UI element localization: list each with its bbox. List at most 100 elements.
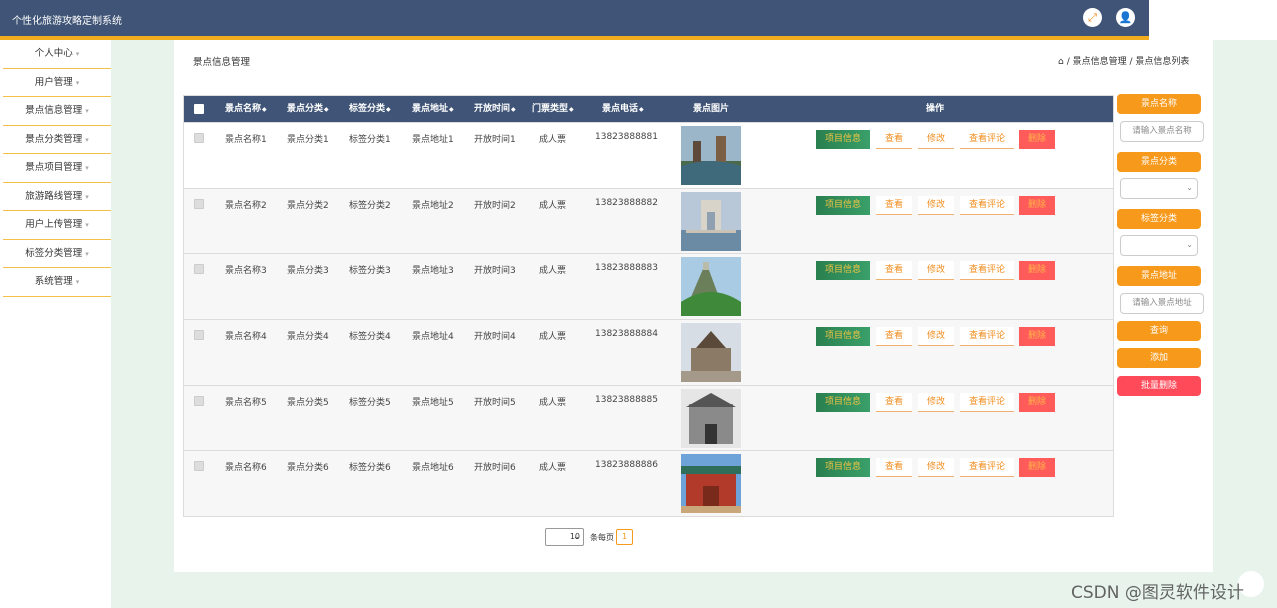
expand-icon[interactable]: ⤢ (1083, 8, 1102, 27)
batch-delete-button[interactable]: 批量删除 (1117, 376, 1201, 396)
delete-button[interactable]: 删除 (1019, 195, 1055, 215)
cell-tag: 标签分类4 (349, 332, 391, 343)
row-checkbox[interactable] (194, 330, 204, 341)
home-icon[interactable]: ⌂ (1058, 57, 1064, 67)
name-search-input[interactable]: 请输入景点名称 (1120, 121, 1204, 142)
project-info-button[interactable]: 项目信息 (816, 327, 870, 347)
category-select[interactable]: ⌄ (1120, 178, 1198, 199)
table-row: 景点名称5 景点分类5 标签分类5 景点地址5 开放时间5 成人票 13823888885 项… (184, 384, 1113, 451)
tag-select[interactable]: ⌄ (1120, 235, 1198, 256)
delete-button[interactable]: 删除 (1019, 261, 1055, 281)
delete-button[interactable]: 删除 (1019, 327, 1055, 347)
sidebar-item[interactable]: 景点信息管理 ▾ (3, 97, 111, 126)
edit-button[interactable]: 修改 (918, 261, 954, 281)
add-button[interactable]: 添加 (1117, 348, 1201, 368)
watermark: CSDN @图灵软件设计 (1071, 583, 1244, 603)
sidebar-item[interactable]: 系统管理 ▾ (3, 268, 111, 297)
cell-phone: 13823888886 (595, 460, 658, 471)
row-checkbox[interactable] (194, 133, 204, 143)
header-tag[interactable]: 标签分类◆ (349, 96, 391, 123)
cell-category: 景点分类2 (287, 200, 329, 211)
row-checkbox[interactable] (194, 198, 204, 209)
cell-category: 景点分类6 (287, 463, 329, 474)
sidebar-item[interactable]: 景点项目管理 ▾ (3, 154, 111, 183)
cell-tag: 标签分类1 (349, 135, 391, 145)
query-button[interactable]: 查询 (1117, 321, 1201, 341)
sidebar-item[interactable]: 用户管理 ▾ (3, 69, 111, 97)
header-open-time[interactable]: 开放时间◆ (474, 96, 516, 123)
attraction-image[interactable] (681, 454, 741, 514)
sort-icon: ◆ (569, 106, 574, 113)
top-navbar: 个性化旅游攻略定制系统 ⤢ 👤 (0, 0, 1149, 36)
project-info-button[interactable]: 项目信息 (816, 261, 870, 281)
attraction-image[interactable] (681, 126, 741, 185)
view-button[interactable]: 查看 (876, 327, 912, 347)
edit-button[interactable]: 修改 (918, 392, 954, 412)
edit-button[interactable]: 修改 (918, 195, 954, 215)
page-size-select[interactable]: 10 ⌄ (545, 528, 584, 546)
project-info-button[interactable]: 项目信息 (816, 392, 870, 412)
header-name[interactable]: 景点名称◆ (225, 96, 267, 123)
view-comments-button[interactable]: 查看评论 (960, 327, 1014, 347)
header-phone[interactable]: 景点电话◆ (602, 96, 644, 123)
attraction-image[interactable] (681, 323, 741, 383)
chevron-down-icon: ▾ (75, 278, 80, 286)
edit-button[interactable]: 修改 (918, 130, 954, 149)
view-button[interactable]: 查看 (876, 195, 912, 215)
address-search-input[interactable]: 请输入景点地址 (1120, 293, 1204, 314)
project-info-button[interactable]: 项目信息 (816, 130, 870, 149)
view-button[interactable]: 查看 (876, 261, 912, 281)
header-actions: 操作 (926, 104, 945, 114)
cell-phone: 13823888881 (595, 132, 658, 142)
row-checkbox[interactable] (194, 461, 204, 472)
attraction-image[interactable] (681, 191, 741, 251)
chevron-down-icon: ▾ (85, 249, 89, 258)
cell-name: 景点名称4 (225, 332, 267, 343)
sidebar-item[interactable]: 个人中心 ▾ (3, 40, 111, 69)
edit-button[interactable]: 修改 (918, 458, 954, 478)
view-button[interactable]: 查看 (876, 130, 912, 149)
header-ticket[interactable]: 门票类型◆ (532, 96, 574, 123)
view-button[interactable]: 查看 (876, 392, 912, 412)
table-row: 景点名称6 景点分类6 标签分类6 景点地址6 开放时间6 成人票 13823888886 项… (184, 450, 1113, 517)
category-filter-label: 景点分类 (1117, 152, 1201, 172)
breadcrumb-text[interactable]: / 景点信息管理 / 景点信息列表 (1067, 57, 1190, 67)
cell-address: 景点地址4 (412, 332, 454, 343)
project-info-button[interactable]: 项目信息 (816, 458, 870, 478)
view-comments-button[interactable]: 查看评论 (960, 458, 1014, 478)
view-comments-button[interactable]: 查看评论 (960, 195, 1014, 215)
page-number-current[interactable]: 1 (616, 529, 633, 545)
cell-name: 景点名称5 (225, 397, 267, 408)
table-row: 景点名称4 景点分类4 标签分类4 景点地址4 开放时间4 成人票 13823888884 项… (184, 319, 1113, 385)
row-checkbox[interactable] (194, 395, 204, 406)
project-info-button[interactable]: 项目信息 (816, 195, 870, 215)
view-comments-button[interactable]: 查看评论 (960, 130, 1014, 149)
attraction-image[interactable] (681, 257, 741, 317)
header-address[interactable]: 景点地址◆ (412, 96, 454, 123)
sort-icon: ◆ (639, 106, 644, 113)
sidebar-item[interactable]: 用户上传管理 ▾ (3, 211, 111, 240)
sort-icon: ◆ (386, 106, 391, 113)
sidebar-item[interactable]: 旅游路线管理 ▾ (3, 183, 111, 211)
header-image: 景点图片 (693, 104, 730, 114)
delete-button[interactable]: 删除 (1019, 458, 1055, 478)
delete-button[interactable]: 删除 (1019, 392, 1055, 412)
cell-open-time: 开放时间2 (474, 200, 516, 211)
view-button[interactable]: 查看 (876, 458, 912, 478)
view-comments-button[interactable]: 查看评论 (960, 261, 1014, 281)
sidebar-item[interactable]: 标签分类管理 ▾ (3, 240, 111, 268)
app-title: 个性化旅游攻略定制系统 (12, 16, 122, 27)
view-comments-button[interactable]: 查看评论 (960, 392, 1014, 412)
cell-category: 景点分类3 (287, 266, 329, 277)
select-all-checkbox[interactable] (194, 104, 204, 114)
cell-name: 景点名称1 (225, 135, 267, 145)
header-category[interactable]: 景点分类◆ (287, 96, 329, 123)
attraction-image[interactable] (681, 388, 741, 448)
user-icon[interactable]: 👤 (1116, 8, 1135, 27)
sidebar-item[interactable]: 景点分类管理 ▾ (3, 126, 111, 154)
sidebar-item-label: 个人中心 (34, 48, 73, 59)
cell-category: 景点分类4 (287, 332, 329, 343)
delete-button[interactable]: 删除 (1019, 130, 1055, 149)
edit-button[interactable]: 修改 (918, 327, 954, 347)
row-checkbox[interactable] (194, 264, 204, 275)
